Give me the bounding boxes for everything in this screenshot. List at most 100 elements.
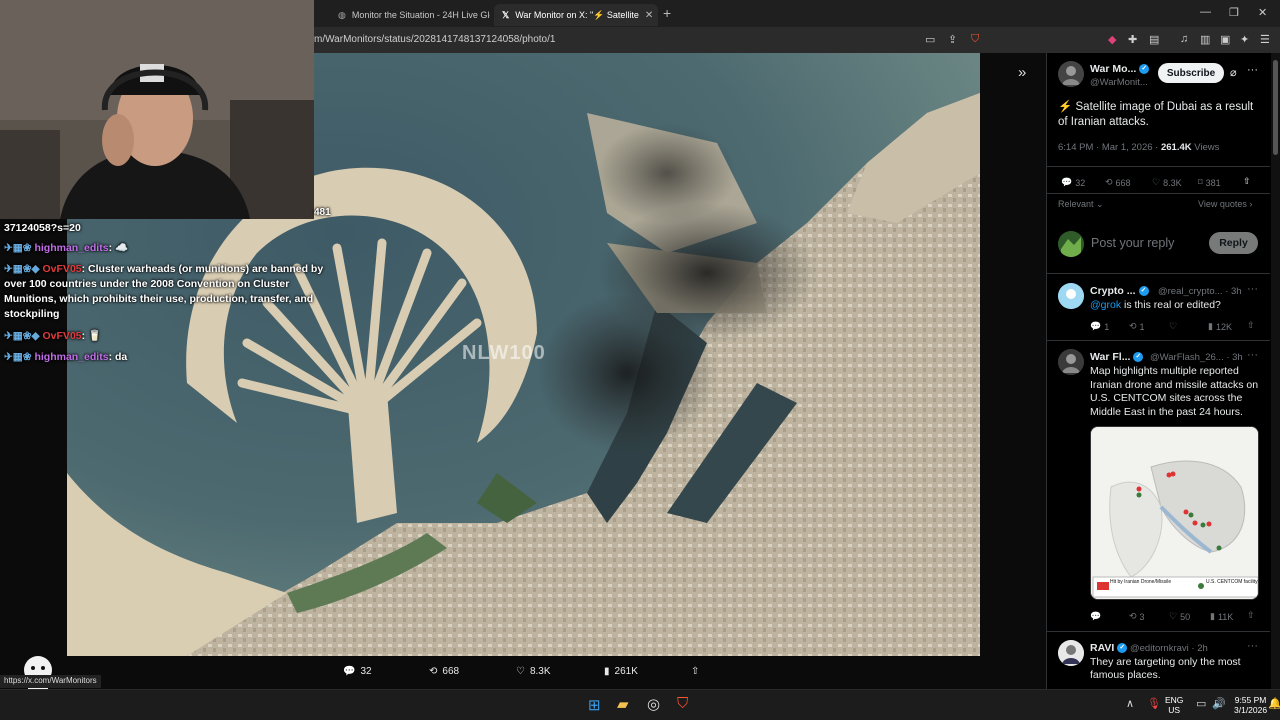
reply-views-button[interactable]: ▮ 12K: [1208, 321, 1232, 332]
expand-panel-icon[interactable]: »: [1018, 64, 1026, 81]
reply-share-button[interactable]: ⇧: [1247, 610, 1255, 621]
windows-start-icon[interactable]: ⊞: [588, 696, 601, 714]
grok-icon[interactable]: ⌀: [1230, 66, 1237, 79]
maximize-icon[interactable]: ❐: [1229, 6, 1239, 19]
tweet-repost-button[interactable]: ⟲ 668: [1105, 177, 1131, 188]
reply-like-button[interactable]: ♡ 50: [1169, 611, 1190, 622]
close-window-icon[interactable]: ✕: [1258, 6, 1267, 19]
reply-avatar[interactable]: [1058, 349, 1084, 375]
panel-scrollbar-thumb[interactable]: [1273, 60, 1278, 155]
puzzle-icon[interactable]: ✚: [1128, 33, 1137, 46]
reply-author-handle[interactable]: @WarFlash_26... · 3h: [1150, 352, 1243, 363]
user-avatar-art: [1058, 231, 1084, 257]
brave-browser-icon[interactable]: ⛉: [677, 695, 688, 712]
more-options-icon[interactable]: ···: [1247, 640, 1258, 652]
reply-text: They are targeting only the most famous …: [1090, 656, 1241, 681]
taskbar: [0, 689, 1280, 720]
viewer-views-button[interactable]: ▮ 261K: [604, 666, 638, 677]
tweet-like-button[interactable]: ♡ 8.3K: [1152, 177, 1182, 188]
viewer-like-button[interactable]: ♡ 8.3K: [516, 666, 551, 677]
close-tab-icon[interactable]: ✕: [645, 10, 653, 21]
divider: [1046, 193, 1270, 194]
install-app-icon[interactable]: ▭: [925, 33, 935, 46]
mention-link[interactable]: @grok: [1090, 299, 1121, 311]
tweet-time[interactable]: 6:14 PM · Mar 1, 2026 ·: [1058, 142, 1161, 153]
chat-text: ☁️: [114, 242, 129, 254]
brave-shield-icon[interactable]: ⛉: [971, 33, 979, 46]
reply-input[interactable]: Post your reply: [1091, 236, 1174, 250]
tweet-share-button[interactable]: ⇧: [1243, 176, 1251, 187]
author-name[interactable]: War Mo... ✓: [1090, 63, 1150, 75]
repost-icon: ⟲: [429, 666, 438, 677]
streamer-webcam-art: [0, 0, 314, 219]
reply-author-name[interactable]: Crypto ... ✓: [1090, 285, 1149, 297]
chat-text: da: [114, 351, 128, 363]
map-legend-attack: Hit by Iranian Drone/Missile: [1110, 579, 1172, 585]
tweet-bookmark-button[interactable]: ⌑ 381: [1198, 177, 1221, 188]
reply-author-handle[interactable]: @editornkravi · 2h: [1130, 643, 1208, 654]
clock[interactable]: 9:55 PM 3/1/2026: [1234, 695, 1267, 715]
microphone-icon[interactable]: 🎙: [1147, 697, 1161, 710]
language-indicator[interactable]: ENG US: [1165, 695, 1183, 715]
url-field[interactable]: m/WarMonitors/status/2028141748137124058…: [314, 34, 555, 45]
author-avatar[interactable]: [1058, 61, 1084, 87]
chevron-down-icon: ⌄: [1093, 199, 1104, 209]
tweet-reply-button[interactable]: 💬 32: [1061, 177, 1085, 188]
reply-author-handle[interactable]: @real_crypto... · 3h: [1158, 286, 1242, 297]
reply-views-button[interactable]: ▮ 11K: [1210, 611, 1233, 622]
reply-like-button[interactable]: ♡: [1169, 321, 1180, 332]
reply-author-name[interactable]: RAVI ✓: [1090, 642, 1128, 654]
notifications-icon[interactable]: 🔔: [1268, 697, 1280, 710]
display-icon[interactable]: ▭: [1196, 697, 1206, 710]
reply-button[interactable]: Reply: [1209, 232, 1258, 254]
reply-author-name[interactable]: War Fl... ✓: [1090, 351, 1144, 363]
chat-badges-icon: ✈▦❀: [4, 242, 32, 254]
tab-war-monitor[interactable]: 𝕏 War Monitor on X: "⚡ Satellite ✕: [494, 4, 658, 26]
sort-relevant-dropdown[interactable]: Relevant ⌄: [1058, 199, 1104, 210]
reply-icon: 💬: [1090, 321, 1102, 331]
sidebar-icon[interactable]: ▥: [1200, 33, 1210, 46]
reply-avatar[interactable]: [1058, 640, 1084, 666]
map-image[interactable]: [1090, 426, 1259, 600]
reply-reply-button[interactable]: 💬: [1090, 611, 1104, 622]
subscribe-button[interactable]: Subscribe: [1158, 63, 1224, 83]
more-options-icon[interactable]: ···: [1247, 349, 1258, 361]
user-avatar[interactable]: [1058, 231, 1084, 257]
reply-avatar[interactable]: [1058, 283, 1084, 309]
chat-username: highman_edits: [34, 351, 109, 363]
music-icon[interactable]: ♫: [1180, 33, 1188, 45]
chat-username: OvFV05: [42, 263, 82, 275]
obs-icon[interactable]: ◎: [647, 695, 660, 713]
tab-label: Monitor the Situation - 24H Live Glo: [351, 10, 490, 20]
chat-text: 🥛: [88, 330, 102, 342]
new-tab-button[interactable]: +: [663, 5, 671, 21]
reply-reply-count: 1: [1104, 321, 1110, 332]
leo-icon[interactable]: ✦: [1240, 33, 1249, 46]
volume-icon[interactable]: 🔊: [1212, 697, 1226, 710]
viewer-views-count: 261K: [614, 666, 638, 677]
minimize-icon[interactable]: —: [1200, 6, 1211, 18]
reply-reply-button[interactable]: 💬 1: [1090, 321, 1109, 332]
tab-groups-icon[interactable]: ▣: [1220, 33, 1230, 46]
more-options-icon[interactable]: ···: [1247, 64, 1258, 76]
tray-overflow-icon[interactable]: ∧: [1126, 697, 1134, 710]
chat-badges-icon: ✈▦❀: [4, 351, 32, 363]
viewer-share-button[interactable]: ⇧: [691, 666, 699, 677]
reply-repost-button[interactable]: ⟲ 3: [1129, 611, 1145, 622]
map-legend-centcom: U.S. CENTCOM facility: [1206, 579, 1258, 585]
share-icon[interactable]: ⇪: [948, 33, 957, 46]
file-explorer-icon[interactable]: ▰: [617, 695, 629, 713]
extension-icon[interactable]: ◆: [1108, 33, 1116, 46]
wallet-icon[interactable]: ▤: [1149, 33, 1159, 46]
author-handle[interactable]: @WarMonit...: [1090, 77, 1148, 88]
view-quotes-link[interactable]: View quotes ›: [1198, 199, 1252, 209]
share-icon: ⇧: [691, 666, 700, 677]
reply-author-name-text: RAVI: [1090, 642, 1115, 654]
tab-monitor-situation[interactable]: ◍ Monitor the Situation - 24H Live Glo: [330, 4, 490, 26]
reply-share-button[interactable]: ⇧: [1247, 320, 1255, 331]
more-options-icon[interactable]: ···: [1247, 283, 1258, 295]
reply-repost-button[interactable]: ⟲ 1: [1129, 321, 1145, 332]
viewer-repost-button[interactable]: ⟲ 668: [429, 666, 459, 677]
viewer-reply-button[interactable]: 💬 32: [343, 666, 372, 677]
menu-icon[interactable]: ☰: [1260, 33, 1270, 46]
